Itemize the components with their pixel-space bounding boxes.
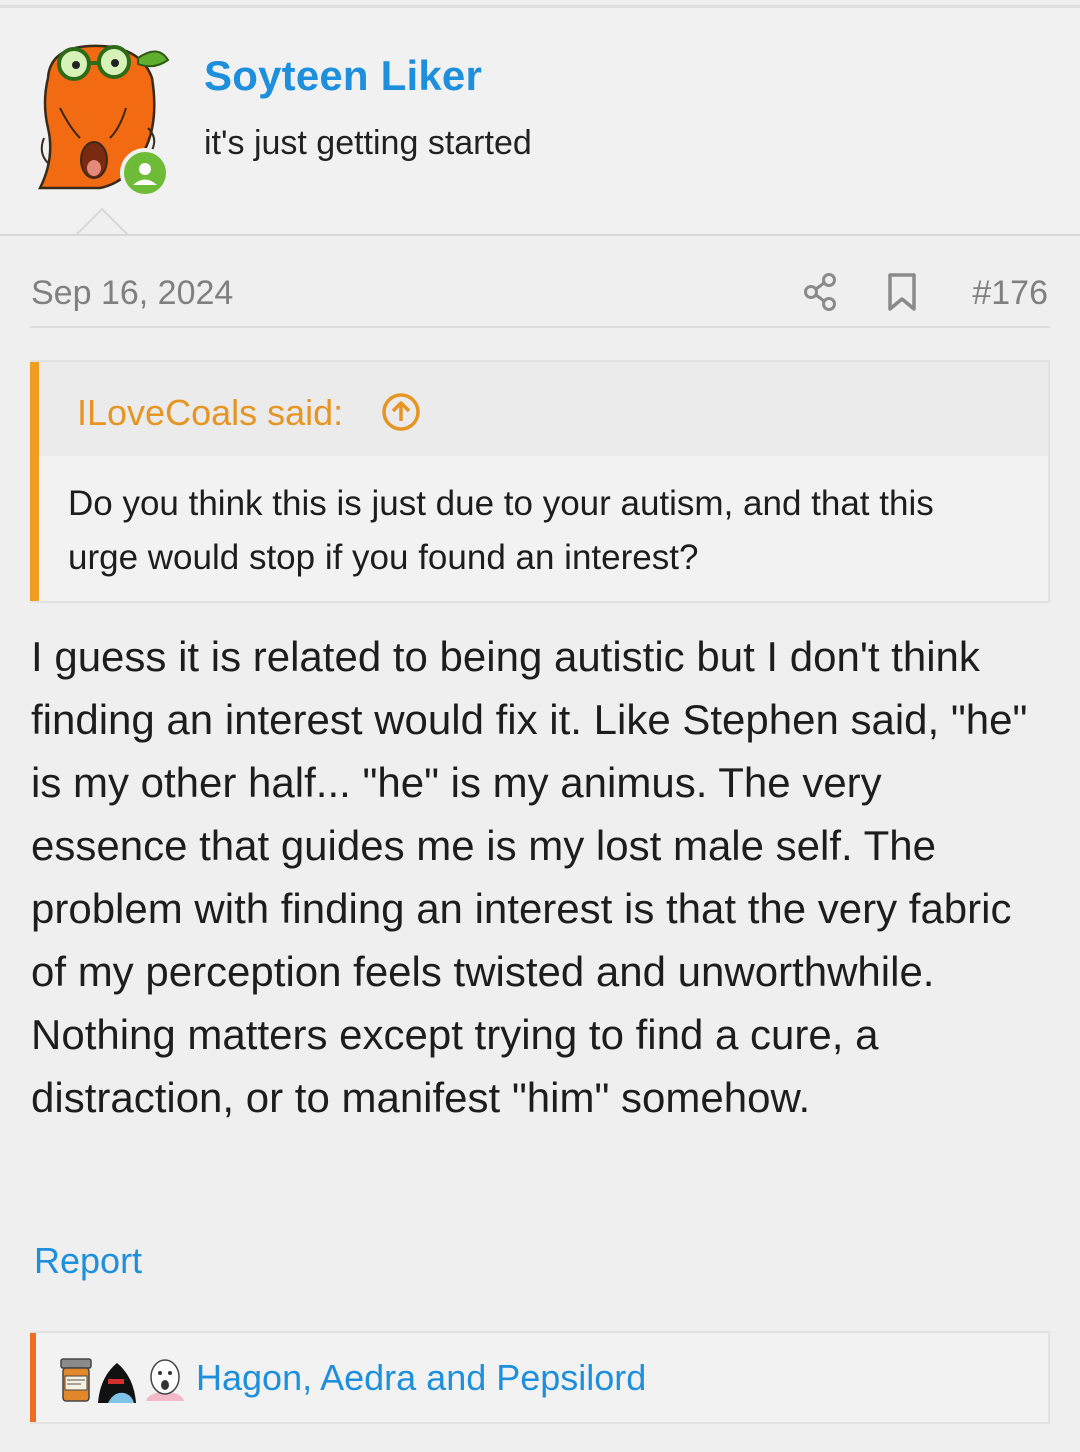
- username-link[interactable]: Soyteen Liker: [204, 52, 482, 100]
- quote-block: ILoveCoals said: Do you think this is ju…: [30, 360, 1050, 603]
- quote-header: ILoveCoals said:: [39, 362, 1048, 456]
- pill-bottle-avatar-icon: [60, 1358, 92, 1402]
- quote-text: Do you think this is just due to your au…: [68, 484, 934, 577]
- reactions-accent-bar: [30, 1333, 36, 1422]
- user-header: Soyteen Liker it's just getting started: [0, 8, 1080, 236]
- avatar[interactable]: [30, 38, 170, 203]
- jump-to-quote-icon[interactable]: [381, 392, 421, 432]
- meta-divider: [30, 326, 1050, 328]
- online-status-badge: [120, 148, 170, 198]
- post-number-link[interactable]: #176: [972, 274, 1048, 313]
- reaction-users-link[interactable]: Hagon, Aedra and Pepsilord: [196, 1357, 646, 1399]
- user-title: it's just getting started: [204, 124, 532, 162]
- header-divider: [0, 234, 1080, 236]
- post-body-text: I guess it is related to being autistic …: [31, 633, 1028, 1121]
- user-icon: [133, 163, 157, 185]
- quote-author-link[interactable]: ILoveCoals said:: [77, 392, 343, 434]
- post-date[interactable]: Sep 16, 2024: [31, 274, 233, 313]
- reaction-avatars[interactable]: [58, 1357, 188, 1405]
- share-icon[interactable]: [802, 272, 840, 312]
- hooded-figure-avatar-icon: [98, 1363, 136, 1403]
- header-pointer: [76, 208, 128, 236]
- quote-accent-bar: [30, 362, 39, 601]
- bookmark-icon[interactable]: [884, 272, 920, 312]
- wojak-face-avatar-icon: [146, 1359, 184, 1401]
- report-link[interactable]: Report: [34, 1240, 142, 1282]
- reactions-bar: Hagon, Aedra and Pepsilord: [30, 1331, 1050, 1424]
